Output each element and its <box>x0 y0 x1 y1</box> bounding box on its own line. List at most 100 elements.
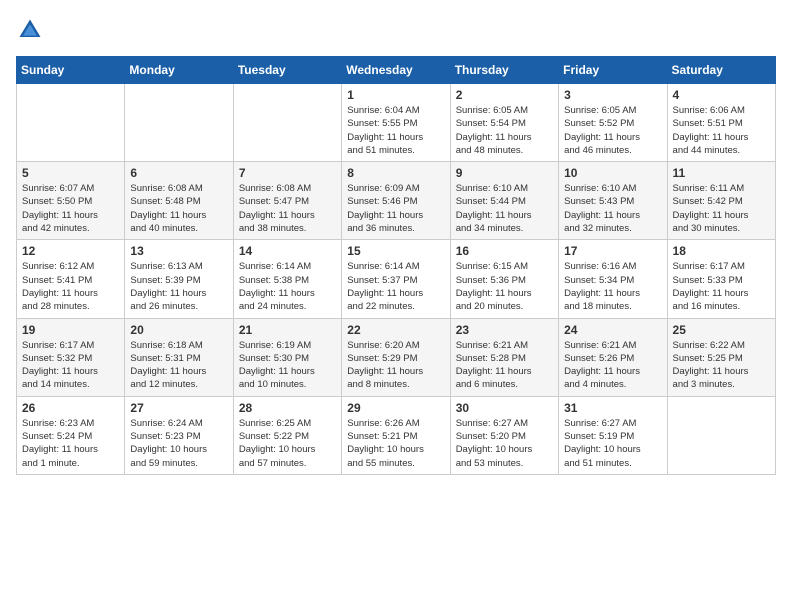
day-number: 22 <box>347 323 444 337</box>
day-number: 31 <box>564 401 661 415</box>
day-number: 16 <box>456 244 553 258</box>
day-number: 8 <box>347 166 444 180</box>
day-number: 4 <box>673 88 770 102</box>
day-info: Sunrise: 6:12 AM Sunset: 5:41 PM Dayligh… <box>22 260 119 313</box>
day-number: 18 <box>673 244 770 258</box>
day-number: 28 <box>239 401 336 415</box>
calendar-cell <box>17 84 125 162</box>
weekday-header-tuesday: Tuesday <box>233 57 341 84</box>
day-number: 26 <box>22 401 119 415</box>
logo-icon <box>16 16 44 44</box>
calendar-cell: 5 Sunrise: 6:07 AM Sunset: 5:50 PM Daylig… <box>17 162 125 240</box>
day-info: Sunrise: 6:16 AM Sunset: 5:34 PM Dayligh… <box>564 260 661 313</box>
day-number: 24 <box>564 323 661 337</box>
calendar-week-0: 1Sunrise: 6:04 AM Sunset: 5:55 PM Daylig… <box>17 84 776 162</box>
day-info: Sunrise: 6:10 AM Sunset: 5:44 PM Dayligh… <box>456 182 553 235</box>
day-info: Sunrise: 6:25 AM Sunset: 5:22 PM Dayligh… <box>239 417 336 470</box>
calendar-cell: 16 Sunrise: 6:15 AM Sunset: 5:36 PM Dayli… <box>450 240 558 318</box>
weekday-header-thursday: Thursday <box>450 57 558 84</box>
weekday-header-monday: Monday <box>125 57 233 84</box>
calendar-cell: 11Sunrise: 6:11 AM Sunset: 5:42 PM Dayli… <box>667 162 775 240</box>
day-info: Sunrise: 6:11 AM Sunset: 5:42 PM Dayligh… <box>673 182 770 235</box>
calendar-cell: 8 Sunrise: 6:09 AM Sunset: 5:46 PM Daylig… <box>342 162 450 240</box>
day-info: Sunrise: 6:24 AM Sunset: 5:23 PM Dayligh… <box>130 417 227 470</box>
calendar-cell: 10 Sunrise: 6:10 AM Sunset: 5:43 PM Dayli… <box>559 162 667 240</box>
day-info: Sunrise: 6:22 AM Sunset: 5:25 PM Dayligh… <box>673 339 770 392</box>
day-info: Sunrise: 6:27 AM Sunset: 5:19 PM Dayligh… <box>564 417 661 470</box>
day-info: Sunrise: 6:18 AM Sunset: 5:31 PM Dayligh… <box>130 339 227 392</box>
calendar-cell: 14 Sunrise: 6:14 AM Sunset: 5:38 PM Dayli… <box>233 240 341 318</box>
day-number: 21 <box>239 323 336 337</box>
calendar-cell: 15 Sunrise: 6:14 AM Sunset: 5:37 PM Dayli… <box>342 240 450 318</box>
calendar-cell: 9 Sunrise: 6:10 AM Sunset: 5:44 PM Daylig… <box>450 162 558 240</box>
day-number: 10 <box>564 166 661 180</box>
day-info: Sunrise: 6:17 AM Sunset: 5:32 PM Dayligh… <box>22 339 119 392</box>
day-number: 29 <box>347 401 444 415</box>
calendar-cell: 19 Sunrise: 6:17 AM Sunset: 5:32 PM Dayli… <box>17 318 125 396</box>
day-info: Sunrise: 6:13 AM Sunset: 5:39 PM Dayligh… <box>130 260 227 313</box>
calendar-cell: 31 Sunrise: 6:27 AM Sunset: 5:19 PM Dayli… <box>559 396 667 474</box>
day-number: 23 <box>456 323 553 337</box>
weekday-header-sunday: Sunday <box>17 57 125 84</box>
calendar-cell: 25 Sunrise: 6:22 AM Sunset: 5:25 PM Dayli… <box>667 318 775 396</box>
calendar-week-4: 26 Sunrise: 6:23 AM Sunset: 5:24 PM Dayli… <box>17 396 776 474</box>
weekday-header-saturday: Saturday <box>667 57 775 84</box>
calendar-cell: 1Sunrise: 6:04 AM Sunset: 5:55 PM Daylig… <box>342 84 450 162</box>
day-info: Sunrise: 6:07 AM Sunset: 5:50 PM Dayligh… <box>22 182 119 235</box>
weekday-header-row: SundayMondayTuesdayWednesdayThursdayFrid… <box>17 57 776 84</box>
calendar-cell: 30 Sunrise: 6:27 AM Sunset: 5:20 PM Dayli… <box>450 396 558 474</box>
calendar-cell: 24Sunrise: 6:21 AM Sunset: 5:26 PM Dayli… <box>559 318 667 396</box>
day-number: 30 <box>456 401 553 415</box>
calendar-week-1: 5 Sunrise: 6:07 AM Sunset: 5:50 PM Daylig… <box>17 162 776 240</box>
page: SundayMondayTuesdayWednesdayThursdayFrid… <box>0 0 792 491</box>
calendar-cell: 28 Sunrise: 6:25 AM Sunset: 5:22 PM Dayli… <box>233 396 341 474</box>
weekday-header-wednesday: Wednesday <box>342 57 450 84</box>
day-info: Sunrise: 6:14 AM Sunset: 5:37 PM Dayligh… <box>347 260 444 313</box>
day-number: 9 <box>456 166 553 180</box>
day-number: 5 <box>22 166 119 180</box>
header <box>16 16 776 44</box>
day-info: Sunrise: 6:09 AM Sunset: 5:46 PM Dayligh… <box>347 182 444 235</box>
calendar-cell: 18 Sunrise: 6:17 AM Sunset: 5:33 PM Dayli… <box>667 240 775 318</box>
day-number: 7 <box>239 166 336 180</box>
day-info: Sunrise: 6:17 AM Sunset: 5:33 PM Dayligh… <box>673 260 770 313</box>
calendar-cell: 6Sunrise: 6:08 AM Sunset: 5:48 PM Daylig… <box>125 162 233 240</box>
day-number: 14 <box>239 244 336 258</box>
calendar-cell: 23Sunrise: 6:21 AM Sunset: 5:28 PM Dayli… <box>450 318 558 396</box>
day-info: Sunrise: 6:05 AM Sunset: 5:54 PM Dayligh… <box>456 104 553 157</box>
calendar-cell: 12 Sunrise: 6:12 AM Sunset: 5:41 PM Dayli… <box>17 240 125 318</box>
day-info: Sunrise: 6:19 AM Sunset: 5:30 PM Dayligh… <box>239 339 336 392</box>
calendar-cell: 2Sunrise: 6:05 AM Sunset: 5:54 PM Daylig… <box>450 84 558 162</box>
day-info: Sunrise: 6:20 AM Sunset: 5:29 PM Dayligh… <box>347 339 444 392</box>
day-info: Sunrise: 6:05 AM Sunset: 5:52 PM Dayligh… <box>564 104 661 157</box>
calendar-cell: 29 Sunrise: 6:26 AM Sunset: 5:21 PM Dayli… <box>342 396 450 474</box>
calendar-cell: 3Sunrise: 6:05 AM Sunset: 5:52 PM Daylig… <box>559 84 667 162</box>
day-number: 1 <box>347 88 444 102</box>
calendar-cell: 26 Sunrise: 6:23 AM Sunset: 5:24 PM Dayli… <box>17 396 125 474</box>
day-number: 13 <box>130 244 227 258</box>
day-info: Sunrise: 6:26 AM Sunset: 5:21 PM Dayligh… <box>347 417 444 470</box>
calendar-week-3: 19 Sunrise: 6:17 AM Sunset: 5:32 PM Dayli… <box>17 318 776 396</box>
calendar-cell: 7 Sunrise: 6:08 AM Sunset: 5:47 PM Daylig… <box>233 162 341 240</box>
day-number: 12 <box>22 244 119 258</box>
calendar-cell: 27 Sunrise: 6:24 AM Sunset: 5:23 PM Dayli… <box>125 396 233 474</box>
calendar-cell: 20Sunrise: 6:18 AM Sunset: 5:31 PM Dayli… <box>125 318 233 396</box>
calendar-cell <box>125 84 233 162</box>
day-number: 25 <box>673 323 770 337</box>
day-number: 19 <box>22 323 119 337</box>
day-info: Sunrise: 6:06 AM Sunset: 5:51 PM Dayligh… <box>673 104 770 157</box>
day-info: Sunrise: 6:15 AM Sunset: 5:36 PM Dayligh… <box>456 260 553 313</box>
calendar-cell: 4 Sunrise: 6:06 AM Sunset: 5:51 PM Daylig… <box>667 84 775 162</box>
calendar-cell: 21 Sunrise: 6:19 AM Sunset: 5:30 PM Dayli… <box>233 318 341 396</box>
calendar-cell: 22 Sunrise: 6:20 AM Sunset: 5:29 PM Dayli… <box>342 318 450 396</box>
day-number: 15 <box>347 244 444 258</box>
day-info: Sunrise: 6:08 AM Sunset: 5:47 PM Dayligh… <box>239 182 336 235</box>
day-number: 6 <box>130 166 227 180</box>
logo <box>16 16 48 44</box>
day-number: 27 <box>130 401 227 415</box>
day-info: Sunrise: 6:27 AM Sunset: 5:20 PM Dayligh… <box>456 417 553 470</box>
day-info: Sunrise: 6:23 AM Sunset: 5:24 PM Dayligh… <box>22 417 119 470</box>
day-info: Sunrise: 6:14 AM Sunset: 5:38 PM Dayligh… <box>239 260 336 313</box>
calendar-cell: 13 Sunrise: 6:13 AM Sunset: 5:39 PM Dayli… <box>125 240 233 318</box>
day-info: Sunrise: 6:10 AM Sunset: 5:43 PM Dayligh… <box>564 182 661 235</box>
